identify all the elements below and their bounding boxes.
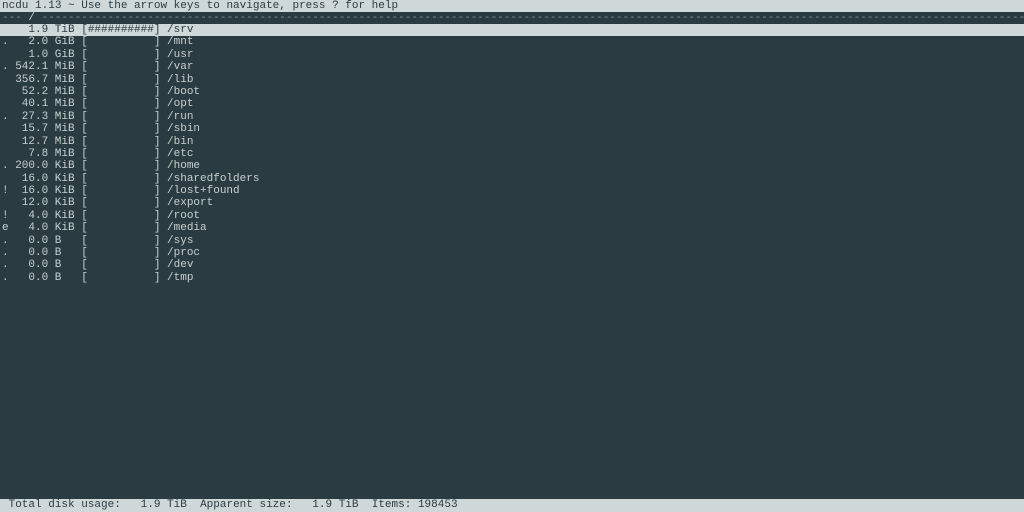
help-hint: Use the arrow keys to navigate, press ? … [81,0,398,12]
list-item[interactable]: 1.9 TiB [##########] /srv [0,24,1024,36]
breadcrumb: --- / ----------------------------------… [0,12,1024,24]
list-item[interactable]: 356.7 MiB [ ] /lib [0,74,1024,86]
items-value: 198453 [418,499,458,511]
current-path: / [28,12,35,24]
list-item[interactable]: . 27.3 MiB [ ] /run [0,111,1024,123]
app-header: ncdu 1.13 ~ Use the arrow keys to naviga… [0,0,1024,12]
list-item[interactable]: . 0.0 B [ ] /proc [0,247,1024,259]
list-item[interactable]: 12.7 MiB [ ] /bin [0,136,1024,148]
dash-prefix: --- [2,12,22,24]
total-usage-value: 1.9 TiB [141,499,187,511]
list-item[interactable]: e 4.0 KiB [ ] /media [0,222,1024,234]
list-item[interactable]: . 200.0 KiB [ ] /home [0,160,1024,172]
list-item[interactable]: 16.0 KiB [ ] /sharedfolders [0,173,1024,185]
apparent-size-label: Apparent size: [200,499,292,511]
list-item[interactable]: 52.2 MiB [ ] /boot [0,86,1024,98]
list-item[interactable]: 12.0 KiB [ ] /export [0,197,1024,209]
list-item[interactable]: 1.0 GiB [ ] /usr [0,49,1024,61]
list-item[interactable]: 7.8 MiB [ ] /etc [0,148,1024,160]
list-item[interactable]: . 0.0 B [ ] /tmp [0,272,1024,284]
list-item[interactable]: ! 16.0 KiB [ ] /lost+found [0,185,1024,197]
app-name: ncdu [2,0,28,12]
status-bar: Total disk usage: 1.9 TiB Apparent size:… [0,499,1024,512]
apparent-size-value: 1.9 TiB [312,499,358,511]
list-item[interactable]: 40.1 MiB [ ] /opt [0,98,1024,110]
list-item[interactable]: . 542.1 MiB [ ] /var [0,61,1024,73]
total-usage-label: Total disk usage: [9,499,121,511]
items-label: Items: [372,499,412,511]
list-item[interactable]: 15.7 MiB [ ] /sbin [0,123,1024,135]
list-item[interactable]: . 0.0 B [ ] /sys [0,235,1024,247]
list-item[interactable]: . 2.0 GiB [ ] /mnt [0,36,1024,48]
file-list[interactable]: 1.9 TiB [##########] /srv. 2.0 GiB [ ] /… [0,24,1024,284]
app-version: 1.13 [35,0,61,12]
list-item[interactable]: ! 4.0 KiB [ ] /root [0,210,1024,222]
dash-fill: ----------------------------------------… [42,12,1024,24]
list-item[interactable]: . 0.0 B [ ] /dev [0,259,1024,271]
